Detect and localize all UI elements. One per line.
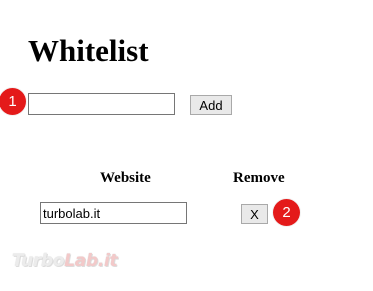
website-row-field[interactable] [40,202,187,224]
page-title: Whitelist [28,33,149,68]
remove-button[interactable]: X [241,204,268,224]
watermark-logo: TurboLab.it [12,251,118,271]
watermark-text-a: Turbo [12,251,65,271]
add-button[interactable]: Add [190,95,232,115]
website-input[interactable] [28,93,175,115]
annotation-badge-1: 1 [0,88,26,115]
column-header-website: Website [100,170,151,186]
column-header-remove: Remove [233,170,285,186]
annotation-badge-2: 2 [273,199,300,226]
watermark-text-b: Lab.it [64,251,118,271]
